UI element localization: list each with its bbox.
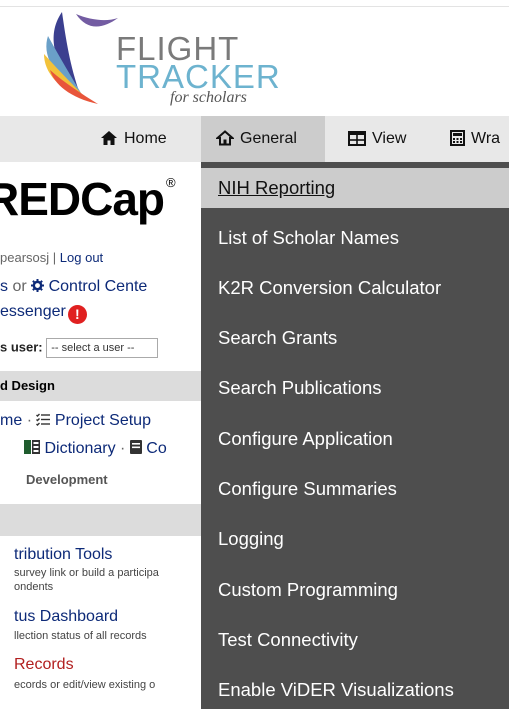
main-nav-bar: Home General View Wra bbox=[0, 116, 509, 162]
logout-link[interactable]: Log out bbox=[60, 250, 103, 265]
nav-general[interactable]: General bbox=[201, 116, 325, 162]
redcap-brand: REDCap bbox=[0, 173, 165, 225]
calculator-icon bbox=[450, 130, 465, 146]
add-edit-records-link[interactable]: Records bbox=[14, 656, 74, 674]
menu-item-enable-vider-visualizations[interactable]: Enable ViDER Visualizations bbox=[201, 670, 509, 710]
home-outline-icon bbox=[214, 130, 236, 146]
general-dropdown-menu: NIH Reporting List of Scholar Names K2R … bbox=[201, 162, 509, 709]
nav-wrangle[interactable]: Wra bbox=[450, 116, 500, 162]
menu-item-list-of-scholar-names[interactable]: List of Scholar Names bbox=[201, 218, 509, 258]
codebook-icon bbox=[129, 440, 142, 454]
project-status: Development bbox=[26, 472, 108, 487]
impersonate-row: s user: -- select a user -- bbox=[0, 338, 159, 358]
username: pearsosj bbox=[0, 250, 50, 265]
user-row: pearsosj | Log out bbox=[0, 250, 103, 265]
menu-item-test-connectivity[interactable]: Test Connectivity bbox=[201, 620, 509, 660]
list-check-icon bbox=[36, 413, 51, 426]
flight-tracker-logo-icon bbox=[44, 12, 118, 104]
dot-separator: · bbox=[26, 412, 33, 429]
dot-separator-2: · bbox=[120, 440, 126, 457]
survey-distribution-desc-1: survey link or build a participa bbox=[14, 567, 159, 579]
select-user-dropdown[interactable]: -- select a user -- bbox=[46, 338, 159, 358]
menu-item-logging[interactable]: Logging bbox=[201, 519, 509, 559]
status-dashboard-link[interactable]: tus Dashboard bbox=[14, 608, 118, 626]
user-separator: | bbox=[52, 250, 57, 265]
gear-icon bbox=[31, 279, 45, 292]
menu-item-nih-reporting[interactable]: NIH Reporting bbox=[201, 168, 509, 208]
nav-wrangle-label: Wra bbox=[471, 130, 501, 147]
data-dictionary-link[interactable]: Dictionary bbox=[44, 440, 115, 457]
flight-tracker-logo[interactable]: FLIGHT TRACKER for scholars bbox=[40, 10, 280, 110]
or-text: or bbox=[12, 278, 27, 295]
as-user-label: s user: bbox=[0, 339, 43, 355]
project-home-link[interactable]: me bbox=[0, 412, 22, 429]
my-projects-link[interactable]: s bbox=[0, 278, 8, 295]
dictionary-icon bbox=[24, 440, 40, 454]
nav-general-label: General bbox=[240, 130, 297, 147]
project-setup-link[interactable]: Project Setup bbox=[55, 412, 151, 429]
messenger-link[interactable]: essenger bbox=[0, 303, 66, 320]
menu-item-search-grants[interactable]: Search Grants bbox=[201, 318, 509, 358]
nav-view-label: View bbox=[372, 130, 407, 147]
home-icon bbox=[101, 131, 117, 145]
logo-text-for-scholars: for scholars bbox=[170, 89, 247, 106]
projects-row: s or Control Cente bbox=[0, 278, 147, 296]
menu-item-configure-application[interactable]: Configure Application bbox=[201, 419, 509, 459]
messenger-row: essenger! bbox=[0, 303, 87, 324]
redcap-registered-mark: ® bbox=[166, 175, 176, 190]
design-links-row-1: me · Project Setup bbox=[0, 412, 151, 430]
redcap-logo[interactable]: REDCap ® bbox=[0, 172, 176, 226]
menu-item-custom-programming[interactable]: Custom Programming bbox=[201, 570, 509, 610]
top-border bbox=[0, 6, 509, 7]
design-links-row-2: Dictionary · Co bbox=[24, 440, 167, 458]
table-icon bbox=[348, 131, 366, 146]
codebook-link[interactable]: Co bbox=[146, 440, 166, 457]
nav-home-label: Home bbox=[124, 130, 167, 147]
nav-view[interactable]: View bbox=[348, 116, 406, 162]
menu-item-configure-summaries[interactable]: Configure Summaries bbox=[201, 469, 509, 509]
add-edit-records-desc: ecords or edit/view existing o bbox=[14, 679, 156, 691]
menu-item-search-publications[interactable]: Search Publications bbox=[201, 368, 509, 408]
status-dashboard-desc: llection status of all records bbox=[14, 630, 147, 642]
alert-icon: ! bbox=[67, 305, 87, 324]
survey-distribution-link[interactable]: tribution Tools bbox=[14, 546, 112, 564]
nav-home[interactable]: Home bbox=[100, 116, 167, 162]
control-center-link[interactable]: Control Cente bbox=[49, 278, 148, 295]
data-collection-header[interactable] bbox=[0, 504, 201, 536]
menu-item-k2r-conversion-calculator[interactable]: K2R Conversion Calculator bbox=[201, 268, 509, 308]
survey-distribution-desc-2: ondents bbox=[14, 581, 54, 593]
design-section-header[interactable]: d Design bbox=[0, 371, 201, 401]
